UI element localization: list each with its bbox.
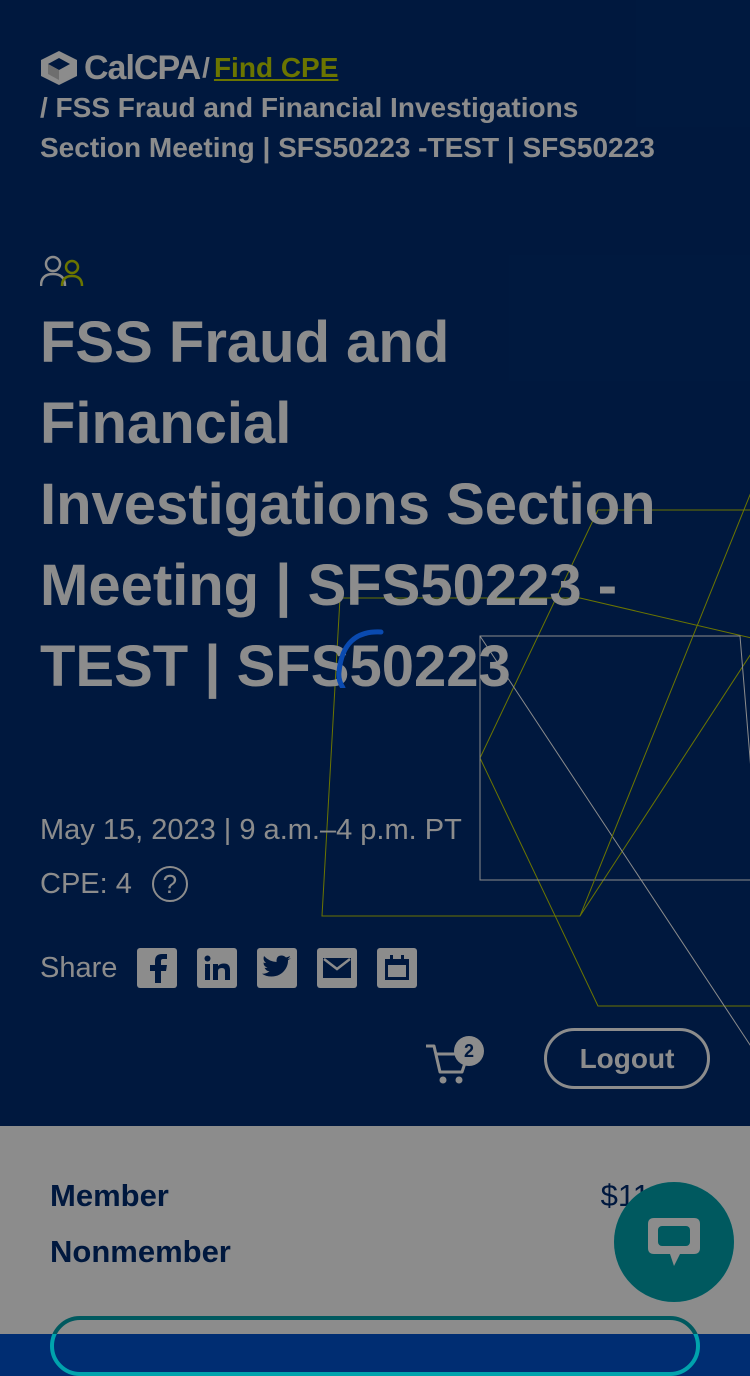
breadcrumb-separator: / bbox=[202, 52, 210, 83]
cpe-label: CPE: 4 bbox=[40, 867, 132, 900]
twitter-icon[interactable] bbox=[257, 948, 298, 988]
calendar-icon[interactable] bbox=[377, 948, 418, 988]
facebook-icon[interactable] bbox=[137, 948, 178, 988]
breadcrumb-current: / FSS Fraud and Financial Investigations… bbox=[40, 92, 655, 163]
share-label: Share bbox=[40, 951, 118, 984]
email-icon[interactable] bbox=[317, 948, 358, 988]
event-date: May 15, 2023 | 9 a.m.–4 p.m. PT bbox=[40, 814, 462, 846]
cpe-credits: CPE: 4 ? bbox=[40, 866, 188, 902]
share-bar: Share bbox=[40, 948, 437, 988]
chat-button-dim bbox=[614, 1182, 734, 1302]
price-row-nonmember: Nonmember $1 bbox=[50, 1234, 650, 1270]
price-label: Member bbox=[50, 1178, 169, 1213]
calcpa-logo[interactable]: CalCPA bbox=[40, 48, 201, 88]
cart-count-badge: 2 bbox=[454, 1036, 484, 1066]
logo-text: CalCPA bbox=[84, 49, 201, 87]
event-hero: CalCPA / Find CPE / FSS Fraud and Financi… bbox=[0, 0, 750, 1126]
linkedin-icon[interactable] bbox=[197, 948, 238, 988]
loading-spinner-icon bbox=[336, 629, 384, 688]
help-icon[interactable]: ? bbox=[151, 866, 188, 902]
find-cpe-link[interactable]: Find CPE bbox=[214, 52, 338, 83]
breadcrumb: CalCPA / Find CPE / FSS Fraud and Financi… bbox=[40, 48, 680, 168]
people-icon bbox=[40, 255, 84, 287]
price-label: Nonmember bbox=[50, 1234, 231, 1269]
price-row-member: Member $11 bbox=[50, 1178, 650, 1214]
calcpa-cube-icon bbox=[41, 51, 77, 85]
logout-button[interactable]: Logout bbox=[544, 1028, 710, 1089]
register-button-outline[interactable] bbox=[50, 1316, 700, 1376]
